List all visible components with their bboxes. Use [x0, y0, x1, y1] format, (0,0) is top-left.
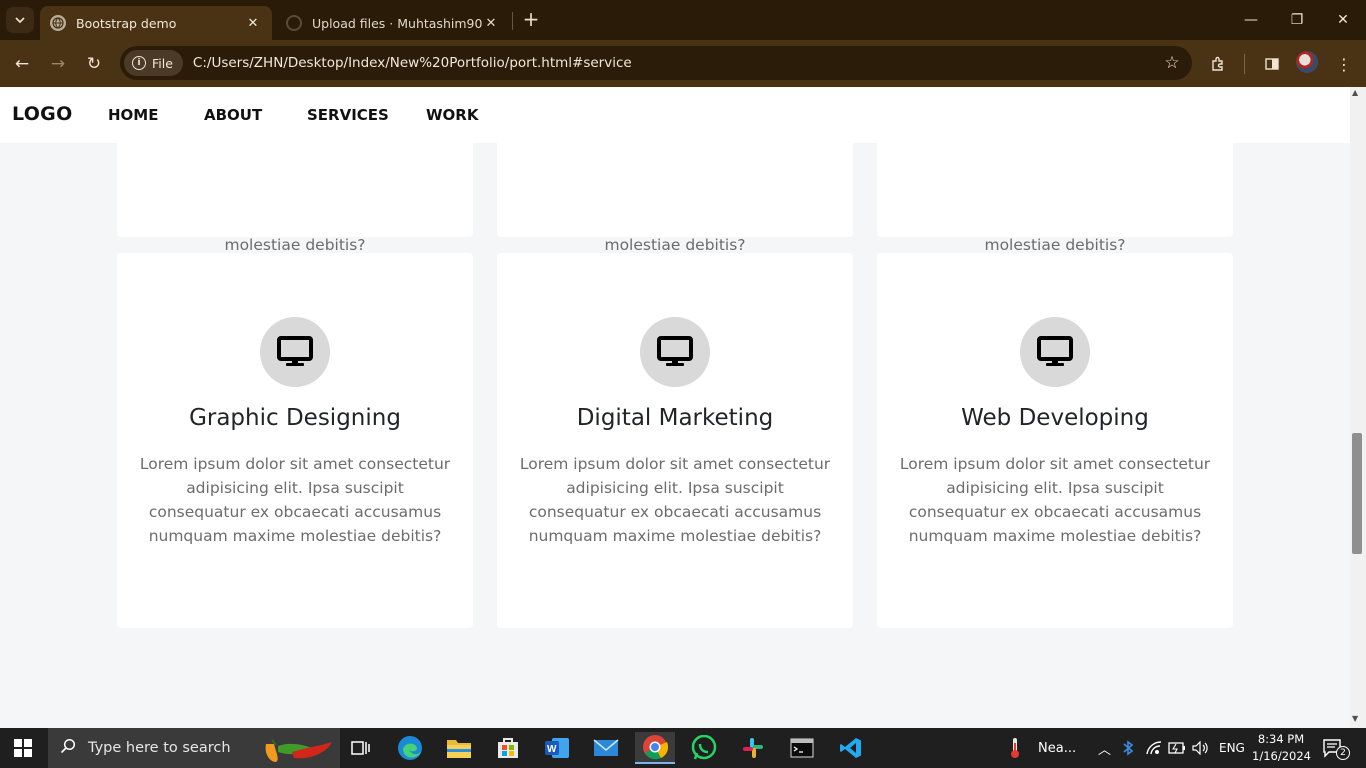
whatsapp-icon[interactable]	[684, 732, 724, 764]
monitor-icon	[657, 336, 693, 366]
tab-bootstrap-demo[interactable]: Bootstrap demo ✕	[40, 6, 272, 40]
vscode-icon[interactable]	[831, 732, 871, 764]
windows-start-icon[interactable]	[14, 739, 32, 757]
clock-date: 1/16/2024	[1252, 749, 1311, 763]
page-scrollbar-track[interactable]	[1350, 87, 1366, 728]
windows-taskbar: Type here to search W Nea... ︿ ENG 8:34 …	[0, 728, 1366, 768]
address-bar[interactable]: i File C:/Users/ZHN/Desktop/Index/New%20…	[120, 46, 1192, 80]
taskbar-clock[interactable]: 8:34 PM 1/16/2024	[1252, 731, 1311, 765]
show-hidden-icons-chevron-icon[interactable]: ︿	[1098, 728, 1111, 768]
word-icon[interactable]: W	[537, 732, 577, 764]
extensions-icon[interactable]	[1204, 50, 1232, 78]
notification-count: 2	[1336, 746, 1350, 760]
nav-link-services[interactable]: SERVICES	[307, 106, 389, 124]
icon-circle	[1020, 317, 1090, 387]
service-card-title: Web Developing	[961, 405, 1149, 431]
nav-link-home[interactable]: HOME	[108, 106, 158, 124]
tab-search-button[interactable]	[6, 7, 34, 33]
slack-icon[interactable]	[733, 732, 773, 764]
task-view-icon[interactable]	[340, 732, 380, 764]
info-icon: i	[132, 56, 146, 70]
browser-menu-icon[interactable]: ⋮	[1330, 50, 1358, 78]
icon-circle	[640, 317, 710, 387]
wifi-icon[interactable]	[1146, 728, 1162, 768]
service-card-title: Graphic Designing	[189, 405, 401, 431]
nav-link-work[interactable]: WORK	[426, 106, 478, 124]
minimize-button[interactable]: —	[1228, 0, 1274, 40]
svg-text:W: W	[547, 744, 557, 755]
scroll-down-arrow-icon[interactable]: ▼	[1352, 714, 1358, 723]
page-scrollbar-thumb[interactable]	[1352, 433, 1362, 554]
bluetooth-icon[interactable]	[1122, 728, 1134, 768]
forward-button[interactable]: →	[45, 51, 71, 77]
back-button[interactable]: ←	[9, 51, 35, 77]
notification-center-icon[interactable]: 2	[1322, 738, 1352, 760]
chevron-down-icon	[15, 17, 25, 24]
tab-divider	[512, 12, 513, 30]
file-explorer-icon[interactable]	[439, 732, 479, 764]
restore-button[interactable]: ❐	[1274, 0, 1320, 40]
service-card-text: Lorem ipsum dolor sit amet consectetur a…	[899, 455, 1211, 545]
toolbar-divider	[1244, 54, 1245, 74]
clock-time: 8:34 PM	[1257, 732, 1305, 746]
chrome-icon[interactable]	[635, 732, 675, 764]
microsoft-store-icon[interactable]	[488, 732, 528, 764]
weather-label: Nea...	[1038, 740, 1077, 756]
page-viewport: LOGO HOME ABOUT SERVICES WORK molestiae …	[0, 87, 1350, 728]
service-card-web-developing: Web Developing Lorem ipsum dolor sit ame…	[877, 253, 1233, 628]
url-text[interactable]: C:/Users/ZHN/Desktop/Index/New%20Portfol…	[193, 55, 1152, 71]
new-tab-button[interactable]: +	[520, 8, 542, 32]
close-window-button[interactable]: ✕	[1320, 0, 1366, 40]
bookmark-star-icon[interactable]: ☆	[1152, 53, 1192, 73]
tab-title: Bootstrap demo	[76, 15, 177, 31]
profile-avatar[interactable]	[1296, 51, 1318, 73]
site-logo[interactable]: LOGO	[12, 103, 73, 125]
site-navbar: LOGO HOME ABOUT SERVICES WORK	[0, 87, 1350, 143]
tab-title: Upload files · Muhtashim90/Ne	[312, 15, 482, 31]
tab-close-icon[interactable]: ✕	[482, 16, 500, 31]
service-card-graphic-designing: Graphic Designing Lorem ipsum dolor sit …	[117, 253, 473, 628]
reload-button[interactable]: ↻	[81, 51, 107, 77]
service-card-digital-marketing: Digital Marketing Lorem ipsum dolor sit …	[497, 253, 853, 628]
search-icon	[48, 738, 88, 758]
battery-icon[interactable]	[1168, 728, 1186, 768]
icon-circle	[260, 317, 330, 387]
search-placeholder: Type here to search	[88, 740, 231, 756]
service-card-text: Lorem ipsum dolor sit amet consectetur a…	[139, 455, 451, 545]
nav-link-about[interactable]: ABOUT	[204, 106, 262, 124]
thermometer-icon	[1011, 738, 1019, 758]
monitor-icon	[1037, 336, 1073, 366]
browser-tab-bar: Bootstrap demo ✕ Upload files · Muhtashi…	[0, 0, 1366, 40]
tab-close-icon[interactable]: ✕	[244, 16, 262, 31]
chili-peppers-icon	[265, 739, 332, 762]
site-info-chip[interactable]: i File	[124, 50, 183, 76]
terminal-icon[interactable]	[782, 732, 822, 764]
language-indicator[interactable]: ENG	[1219, 728, 1245, 768]
globe-icon	[50, 15, 66, 31]
browser-toolbar: ← → ↻ i File C:/Users/ZHN/Desktop/Index/…	[0, 40, 1366, 87]
side-panel-icon[interactable]	[1258, 50, 1286, 78]
volume-icon[interactable]	[1192, 728, 1210, 768]
edge-browser-icon[interactable]	[390, 732, 430, 764]
github-icon	[286, 15, 302, 31]
service-card-title: Digital Marketing	[576, 405, 774, 431]
tab-upload-files[interactable]: Upload files · Muhtashim90/Ne ✕	[276, 6, 510, 40]
mail-icon[interactable]	[586, 732, 626, 764]
weather-widget[interactable]: Nea...	[1006, 728, 1076, 768]
site-info-label: File	[152, 55, 173, 71]
scroll-up-arrow-icon[interactable]: ▲	[1352, 88, 1358, 97]
service-card-text: Lorem ipsum dolor sit amet consectetur a…	[519, 455, 831, 545]
monitor-icon	[277, 336, 313, 366]
